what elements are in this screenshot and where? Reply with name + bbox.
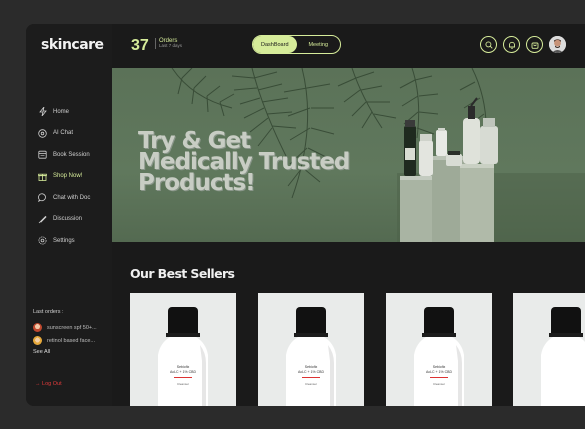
- best-sellers-title: Our Best Sellers: [130, 266, 235, 281]
- product-label-brand: Sebiofix: [176, 365, 190, 369]
- banner-headline: Try & Get Medically Trusted Products!: [138, 130, 350, 196]
- last-orders: Last orders : sunscreen spf 50+... retin…: [33, 309, 113, 355]
- product-label-line: AcLC + 1% CBD: [426, 370, 452, 374]
- sidebar-item-label: Settings: [53, 237, 75, 244]
- tab-meeting[interactable]: Meeting: [297, 36, 341, 53]
- user-avatar[interactable]: [549, 36, 566, 53]
- sidebar-item-home[interactable]: Home: [38, 101, 112, 123]
- product-card[interactable]: Sebiofix AcLC + 1% CBD Cleanser: [386, 293, 492, 406]
- tab-dashboard[interactable]: DashBoard: [253, 36, 297, 53]
- product-label-brand: Sebiofix: [304, 365, 318, 369]
- ai-chat-icon: [38, 129, 47, 138]
- chat-bubble-icon: [38, 193, 47, 203]
- product-label-line: AcLC + 1% CBD: [170, 370, 196, 374]
- bolt-icon: [38, 107, 47, 117]
- sidebar-item-shop-now[interactable]: Shop Now!: [38, 166, 112, 188]
- gear-icon: [38, 236, 47, 245]
- brand-logo[interactable]: skincare: [41, 37, 104, 53]
- sidebar-item-ai-chat[interactable]: AI Chat: [38, 123, 112, 145]
- app-frame: skincare Home AI Chat Book Session Shop …: [26, 24, 585, 406]
- sidebar-item-label: Home: [53, 108, 70, 115]
- order-avatar: [33, 323, 42, 332]
- bell-icon: [508, 41, 515, 49]
- last-order-label: sunscreen spf 50+...: [47, 324, 97, 331]
- product-bottle-image: [541, 307, 585, 406]
- notifications-button[interactable]: [503, 36, 520, 53]
- search-icon: [484, 40, 493, 49]
- sidebar-item-label: Discussion: [53, 216, 83, 223]
- gift-icon: [38, 172, 47, 181]
- orders-count: 37: [131, 37, 149, 54]
- product-label-type: Cleanser: [304, 382, 317, 386]
- product-bottle-image: [158, 307, 208, 406]
- search-button[interactable]: [480, 36, 497, 53]
- see-all-link[interactable]: See All: [33, 349, 113, 355]
- bag-icon: [531, 42, 538, 49]
- last-orders-title: Last orders :: [33, 309, 64, 315]
- sidebar-item-label: Chat with Doc: [53, 194, 91, 201]
- last-order-item[interactable]: sunscreen spf 50+...: [33, 321, 113, 334]
- discussion-icon: [38, 215, 47, 224]
- logout-button[interactable]: → Log Out: [35, 381, 62, 387]
- sidebar: skincare Home AI Chat Book Session Shop …: [26, 24, 112, 406]
- promo-banner[interactable]: Try & Get Medically Trusted Products!: [112, 68, 585, 242]
- sidebar-item-settings[interactable]: Settings: [38, 230, 112, 252]
- product-label-type: Cleanser: [432, 382, 445, 386]
- product-label-stripe: [302, 377, 320, 378]
- view-toggle: DashBoard Meeting: [252, 35, 341, 54]
- sidebar-item-chat-with-doc[interactable]: Chat with Doc: [38, 187, 112, 209]
- banner-headline-line: Products!: [138, 170, 256, 196]
- sidebar-item-book-session[interactable]: Book Session: [38, 144, 112, 166]
- sidebar-nav: Home AI Chat Book Session Shop Now! Chat…: [38, 101, 112, 252]
- cart-button[interactable]: [526, 36, 543, 53]
- product-card[interactable]: [513, 293, 585, 406]
- calendar-icon: [38, 150, 47, 159]
- user-photo-icon: [549, 36, 566, 53]
- last-order-label: retinol based face...: [47, 337, 96, 344]
- product-label-brand: Sebiofix: [432, 365, 446, 369]
- product-label-stripe: [430, 377, 448, 378]
- orders-summary: Orders Last 7 days: [155, 38, 182, 49]
- product-label-stripe: [174, 377, 192, 378]
- sidebar-item-label: Book Session: [53, 151, 90, 158]
- product-label-line: AcLC + 1% CBD: [298, 370, 324, 374]
- orders-subtitle: Last 7 days: [159, 43, 183, 48]
- product-bottle-image: [286, 307, 336, 406]
- last-order-item[interactable]: retinol based face...: [33, 334, 113, 347]
- product-label-type: Cleanser: [176, 382, 189, 386]
- product-card[interactable]: Sebiofix AcLC + 1% CBD Cleanser: [130, 293, 236, 406]
- top-header: 37 Orders Last 7 days DashBoard Meeting: [112, 24, 585, 68]
- product-card[interactable]: Sebiofix AcLC + 1% CBD Cleanser: [258, 293, 364, 406]
- sidebar-item-label: AI Chat: [53, 130, 74, 137]
- product-bottle-image: [414, 307, 464, 406]
- order-avatar: [33, 336, 42, 345]
- sidebar-item-discussion[interactable]: Discussion: [38, 209, 112, 231]
- sidebar-item-label: Shop Now!: [53, 173, 83, 180]
